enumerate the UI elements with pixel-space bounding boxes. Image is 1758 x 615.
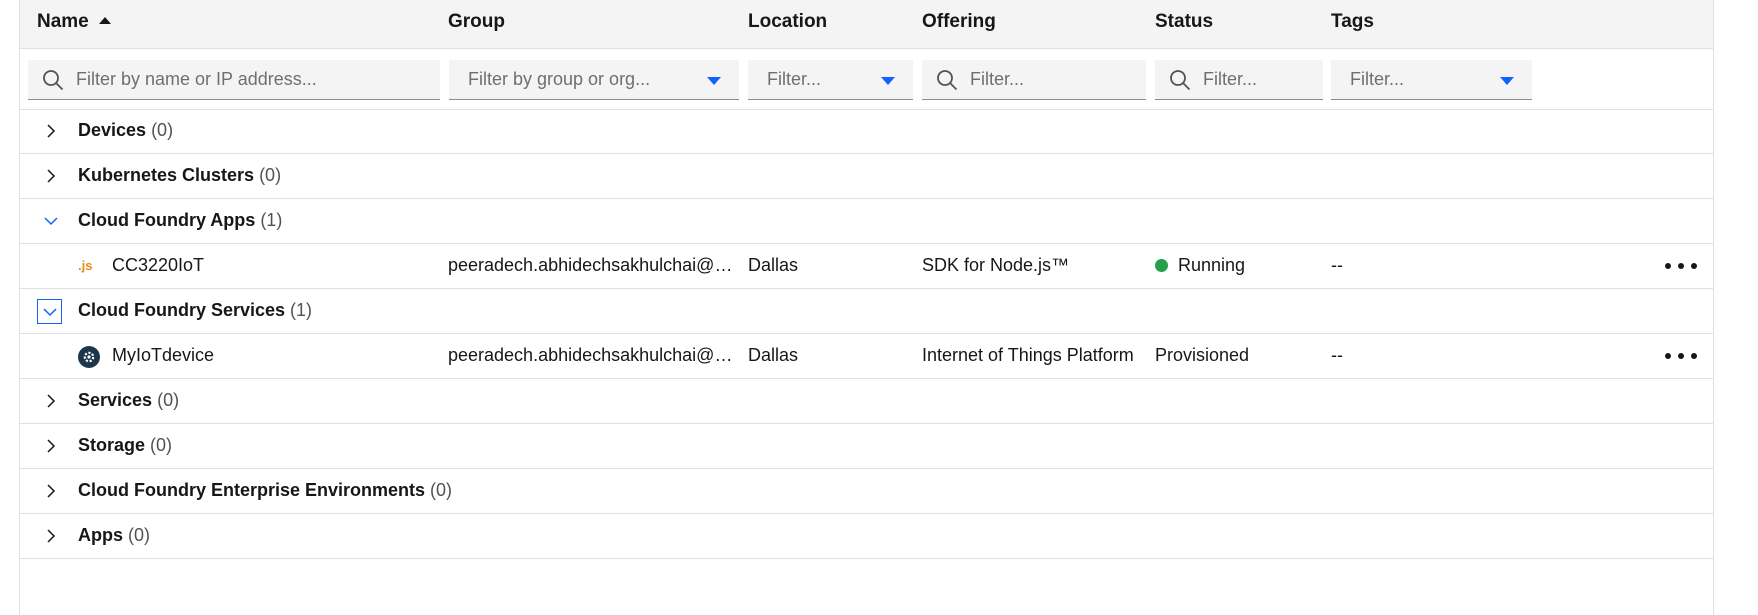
status-filter bbox=[1155, 60, 1323, 100]
filter-row bbox=[20, 48, 1713, 110]
group-row-devices[interactable]: Devices (0) bbox=[20, 109, 1713, 154]
search-icon bbox=[937, 70, 958, 91]
chevron-right-icon[interactable] bbox=[43, 438, 59, 454]
search-icon bbox=[1170, 70, 1191, 91]
sort-ascending-icon[interactable] bbox=[98, 17, 111, 24]
group-label: Services (0) bbox=[78, 390, 180, 410]
group-label: Storage (0) bbox=[78, 435, 173, 455]
name-filter-input[interactable] bbox=[28, 60, 440, 99]
group-row-services[interactable]: Services (0) bbox=[20, 379, 1713, 424]
group-row-apps[interactable]: Apps (0) bbox=[20, 514, 1713, 559]
column-header-name[interactable]: Name bbox=[37, 0, 111, 48]
group-label: Kubernetes Clusters (0) bbox=[78, 165, 282, 185]
chevron-right-icon[interactable] bbox=[43, 528, 59, 544]
location-filter[interactable] bbox=[748, 60, 913, 100]
status-running-icon bbox=[1155, 259, 1168, 272]
group-label: Cloud Foundry Services (1) bbox=[78, 300, 313, 320]
resource-name-link[interactable]: CC3220IoT bbox=[112, 244, 432, 287]
overflow-menu-icon[interactable] bbox=[1665, 346, 1697, 366]
group-row-storage[interactable]: Storage (0) bbox=[20, 424, 1713, 469]
group-label: Devices (0) bbox=[78, 120, 174, 140]
resource-tags: -- bbox=[1331, 345, 1343, 365]
column-header-location[interactable]: Location bbox=[748, 0, 827, 48]
resource-offering: SDK for Node.js™ bbox=[922, 255, 1070, 275]
chevron-right-icon[interactable] bbox=[43, 393, 59, 409]
column-header-name-label: Name bbox=[37, 11, 89, 32]
chevron-down-icon[interactable] bbox=[43, 213, 59, 229]
offering-filter bbox=[922, 60, 1146, 100]
tags-filter[interactable] bbox=[1331, 60, 1532, 100]
resource-location: Dallas bbox=[748, 255, 799, 275]
group-label: Cloud Foundry Enterprise Environments (0) bbox=[78, 480, 453, 500]
column-header-group[interactable]: Group bbox=[448, 0, 505, 48]
group-filter[interactable] bbox=[449, 60, 739, 100]
chevron-down-icon[interactable] bbox=[37, 299, 62, 324]
search-icon bbox=[43, 70, 64, 91]
column-header-status[interactable]: Status bbox=[1155, 0, 1213, 48]
table-row[interactable]: .js CC3220IoT peeradech.abhidechsakhulch… bbox=[20, 244, 1713, 289]
resource-group: peeradech.abhidechsakhulchai@sjsu.e... bbox=[448, 255, 740, 275]
group-label: Apps (0) bbox=[78, 525, 150, 545]
resource-location: Dallas bbox=[748, 345, 799, 365]
group-label: Cloud Foundry Apps (1) bbox=[78, 210, 283, 230]
group-filter-input[interactable] bbox=[449, 60, 739, 99]
resource-name-link[interactable]: MyIoTdevice bbox=[112, 334, 432, 377]
group-row-kubernetes-clusters[interactable]: Kubernetes Clusters (0) bbox=[20, 154, 1713, 199]
resource-list-panel: Name Group Location Offering Status Tags bbox=[19, 0, 1714, 615]
name-filter bbox=[28, 60, 440, 100]
table-row[interactable]: MyIoTdevice peeradech.abhidechsakhulchai… bbox=[20, 334, 1713, 379]
resource-group: peeradech.abhidechsakhulchai@sjsu.e... bbox=[448, 345, 740, 365]
overflow-menu-icon[interactable] bbox=[1665, 256, 1697, 276]
chevron-right-icon[interactable] bbox=[43, 168, 59, 184]
resource-tags: -- bbox=[1331, 255, 1343, 275]
caret-down-icon[interactable] bbox=[707, 77, 721, 85]
group-row-cloud-foundry-enterprise-environments[interactable]: Cloud Foundry Enterprise Environments (0) bbox=[20, 469, 1713, 514]
resource-status: Provisioned bbox=[1155, 345, 1250, 365]
nodejs-icon: .js bbox=[78, 258, 93, 273]
column-header-tags[interactable]: Tags bbox=[1331, 0, 1374, 48]
group-row-cloud-foundry-apps[interactable]: Cloud Foundry Apps (1) bbox=[20, 199, 1713, 244]
caret-down-icon[interactable] bbox=[1500, 77, 1514, 85]
group-row-cloud-foundry-services[interactable]: Cloud Foundry Services (1) bbox=[20, 289, 1713, 334]
chevron-right-icon[interactable] bbox=[43, 483, 59, 499]
resource-status: Running bbox=[1155, 244, 1325, 287]
resource-offering: Internet of Things Platform bbox=[922, 345, 1134, 365]
column-header-offering[interactable]: Offering bbox=[922, 0, 996, 48]
chevron-right-icon[interactable] bbox=[43, 123, 59, 139]
caret-down-icon[interactable] bbox=[881, 77, 895, 85]
iot-platform-icon bbox=[78, 346, 100, 368]
table-header: Name Group Location Offering Status Tags bbox=[20, 0, 1713, 49]
